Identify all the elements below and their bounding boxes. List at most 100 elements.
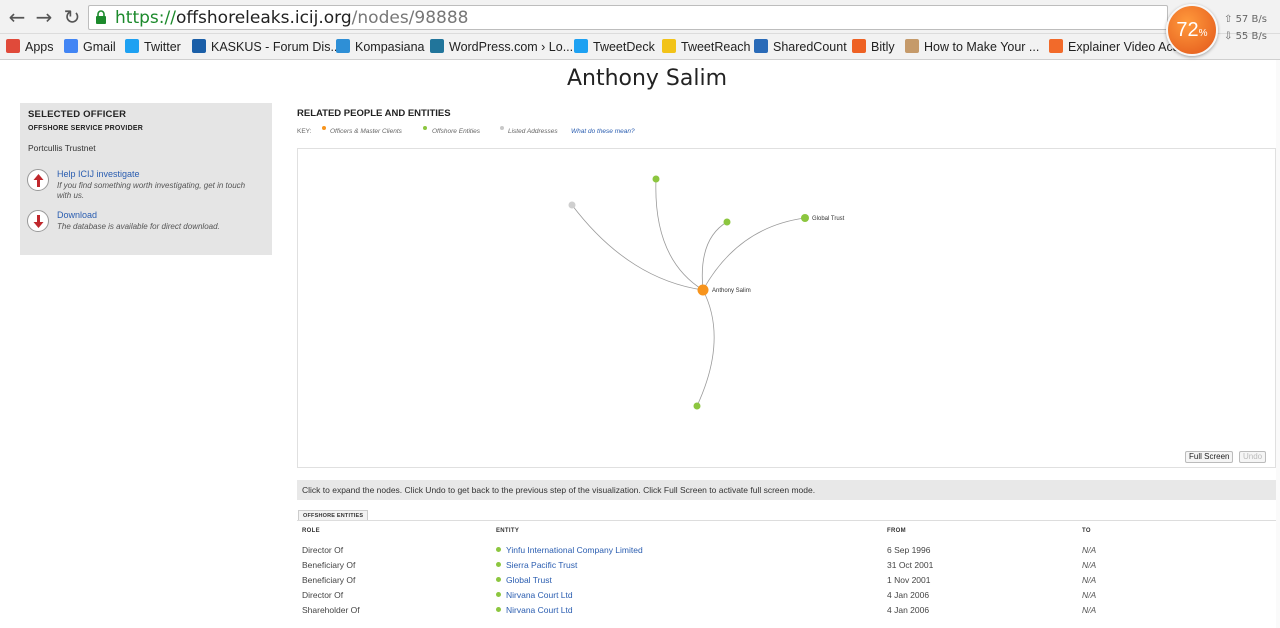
entity-link[interactable]: Nirvana Court Ltd — [506, 590, 573, 600]
table-row: Director Of Yinfu International Company L… — [297, 545, 1276, 560]
address-node[interactable] — [568, 201, 576, 209]
speed-percent: 72 — [1176, 19, 1199, 41]
center-node-label: Anthony Salim — [712, 288, 751, 294]
role-cell: Shareholder Of — [302, 605, 360, 615]
tweetdeck-icon — [574, 39, 588, 53]
global-trust-label: Global Trust — [812, 216, 845, 222]
upload-rate-value: 57 B/s — [1235, 14, 1267, 25]
from-cell: 31 Oct 2001 — [887, 560, 934, 570]
entity-link[interactable]: Nirvana Court Ltd — [506, 605, 573, 615]
entity-node-global-trust[interactable] — [801, 214, 809, 222]
entity-dot-icon — [423, 126, 427, 130]
entity-dot-icon — [496, 592, 501, 597]
network-graph[interactable]: Anthony Salim Global Trust — [298, 149, 1275, 467]
bookmark-label: Bitly — [871, 40, 895, 54]
related-heading: RELATED PEOPLE AND ENTITIES — [297, 108, 451, 119]
url-text: https://offshoreleaks.icij.org/nodes/988… — [115, 8, 469, 28]
entity-dot-icon — [496, 577, 501, 582]
bookmark-item[interactable]: SharedCount — [754, 38, 847, 56]
graph-edge — [701, 221, 728, 291]
bookmark-item[interactable]: WordPress.com › Lo... — [430, 38, 573, 56]
graph-edge — [655, 178, 704, 291]
bookmark-label: Apps — [25, 40, 54, 54]
video-icon — [1049, 39, 1063, 53]
entity-link[interactable]: Global Trust — [506, 575, 552, 585]
selected-officer-panel: SELECTED OFFICER OFFSHORE SERVICE PROVID… — [20, 103, 272, 255]
bookmark-label: Kompasiana — [355, 40, 425, 54]
graph-edge — [696, 289, 715, 407]
graph-hint-bar: Click to expand the nodes. Click Undo to… — [297, 480, 1276, 500]
bookmark-label: TweetReach — [681, 40, 751, 54]
entity-dot-icon — [496, 607, 501, 612]
bookmark-item[interactable]: TweetDeck — [574, 38, 655, 56]
forward-arrow-icon[interactable]: → — [33, 6, 55, 28]
bookmark-item[interactable]: Bitly — [852, 38, 895, 56]
entity-node[interactable] — [723, 218, 731, 226]
to-cell: N/A — [1082, 590, 1097, 600]
download-button[interactable] — [27, 210, 49, 232]
role-cell: Beneficiary Of — [302, 575, 356, 585]
entity-dot-icon — [496, 547, 501, 552]
table-row: Director Of Nirvana Court Ltd 4 Jan 2006 N/… — [297, 590, 1276, 605]
download-link[interactable]: Download — [57, 210, 97, 220]
bookmark-item[interactable]: TweetReach — [662, 38, 750, 56]
bookmark-item[interactable]: Twitter — [125, 38, 181, 56]
role-cell: Director Of — [302, 545, 344, 555]
from-cell: 4 Jan 2006 — [887, 605, 930, 615]
help-button[interactable] — [27, 169, 49, 191]
entity-cell[interactable]: Global Trust — [496, 575, 552, 585]
url-host: offshoreleaks.icij.org — [175, 8, 352, 28]
kompasiana-icon — [336, 39, 350, 53]
bookmark-item[interactable]: Gmail — [64, 38, 116, 56]
officer-node-center[interactable] — [697, 284, 709, 296]
bookmark-label: SharedCount — [773, 40, 847, 54]
key-entities: Offshore Entities — [432, 128, 481, 135]
role-cell: Beneficiary Of — [302, 560, 356, 570]
wordpress-icon — [430, 39, 444, 53]
download-rate: ⇩ 55 B/s — [1224, 31, 1267, 42]
key-help-link[interactable]: What do these mean? — [571, 128, 635, 135]
selected-officer-heading: SELECTED OFFICER — [28, 109, 127, 120]
bookmark-item[interactable]: How to Make Your ... — [905, 38, 1039, 56]
to-cell: N/A — [1082, 605, 1097, 615]
back-arrow-icon[interactable]: ← — [6, 6, 28, 28]
entity-cell[interactable]: Nirvana Court Ltd — [496, 590, 573, 600]
help-link[interactable]: Help ICIJ investigate — [57, 169, 140, 179]
bookmark-label: Twitter — [144, 40, 181, 54]
entity-link[interactable]: Yinfu International Company Limited — [506, 545, 643, 555]
kaskus-icon — [192, 39, 206, 53]
bookmark-label: WordPress.com › Lo... — [449, 40, 574, 54]
reload-icon[interactable]: ↻ — [61, 6, 83, 28]
entity-node[interactable] — [693, 402, 701, 410]
bitly-icon — [852, 39, 866, 53]
entity-cell[interactable]: Sierra Pacific Trust — [496, 560, 577, 570]
entity-cell[interactable]: Yinfu International Company Limited — [496, 545, 643, 555]
address-bar: ← → ↻ https://offshoreleaks.icij.org/nod… — [0, 0, 1280, 34]
page-title: Anthony Salim — [566, 66, 728, 91]
entity-dot-icon — [496, 562, 501, 567]
network-graph-panel[interactable]: Anthony Salim Global Trust — [297, 148, 1276, 468]
bookmark-label: Gmail — [83, 40, 116, 54]
vertical-scrollbar[interactable] — [1276, 60, 1280, 628]
entity-link[interactable]: Sierra Pacific Trust — [506, 560, 577, 570]
key-label: KEY: — [297, 128, 312, 135]
bookmark-label: How to Make Your ... — [924, 40, 1040, 54]
url-input[interactable]: https://offshoreleaks.icij.org/nodes/988… — [88, 5, 1168, 30]
entity-cell[interactable]: Nirvana Court Ltd — [496, 605, 573, 615]
speed-unit: % — [1198, 28, 1208, 39]
bookmark-item[interactable]: Apps — [6, 38, 54, 56]
speed-meter-badge[interactable]: 72% — [1166, 4, 1218, 56]
full-screen-button[interactable]: Full Screen — [1185, 451, 1234, 463]
bookmark-item[interactable]: Kompasiana — [336, 38, 425, 56]
undo-button[interactable]: Undo — [1239, 451, 1267, 463]
table-row: Beneficiary Of Global Trust 1 Nov 2001 N/A — [297, 575, 1276, 590]
from-cell: 4 Jan 2006 — [887, 590, 930, 600]
bookmark-item[interactable]: KASKUS - Forum Dis... — [192, 38, 341, 56]
graph-edge — [571, 204, 704, 291]
role-cell: Director Of — [302, 590, 344, 600]
url-scheme: https:// — [115, 8, 176, 28]
entity-node[interactable] — [652, 175, 660, 183]
to-cell: N/A — [1082, 545, 1097, 555]
lock-icon — [96, 10, 106, 24]
sharedcount-icon — [754, 39, 768, 53]
